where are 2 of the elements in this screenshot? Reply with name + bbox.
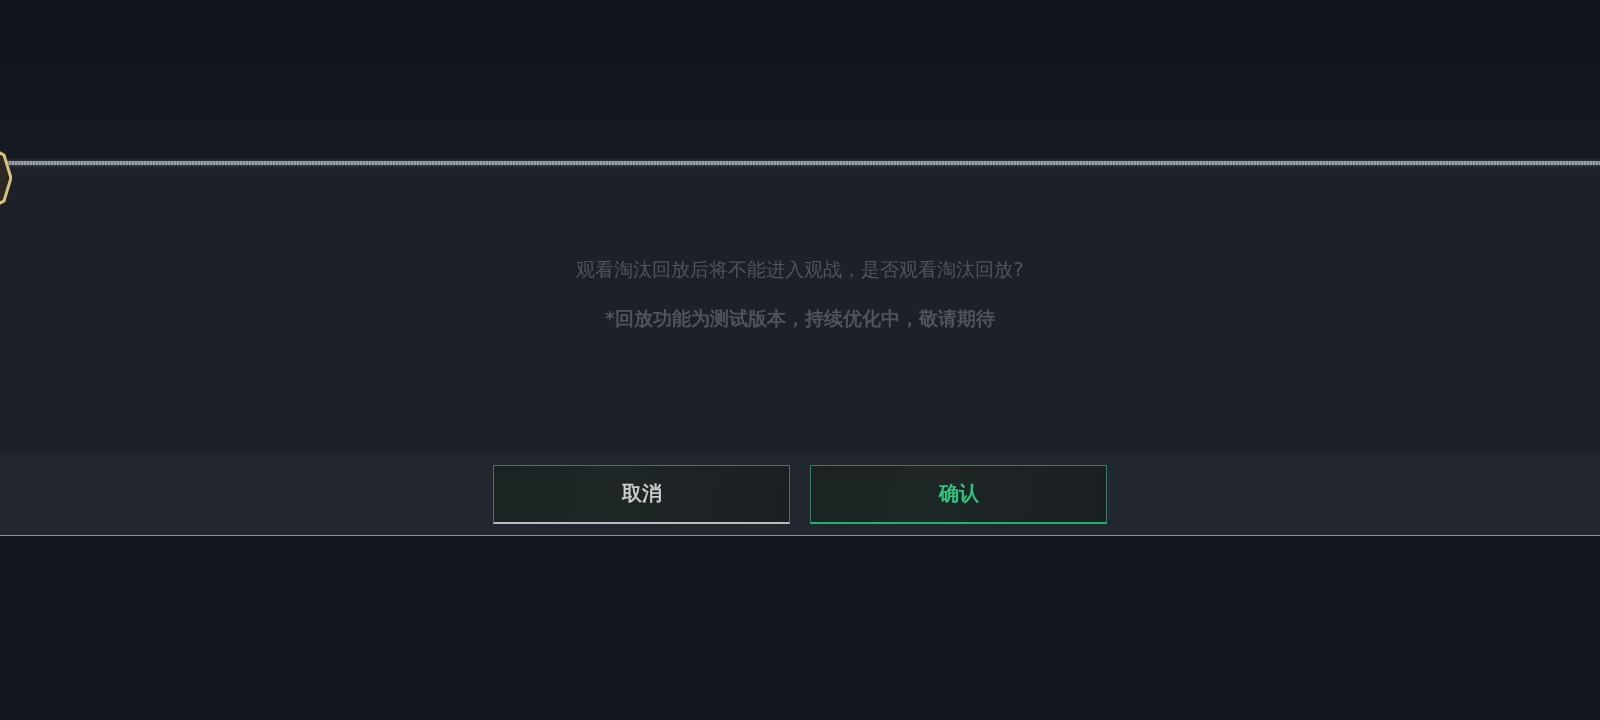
confirm-button[interactable]: 确认 [810, 464, 1107, 524]
cancel-button[interactable]: 取消 [493, 464, 790, 524]
